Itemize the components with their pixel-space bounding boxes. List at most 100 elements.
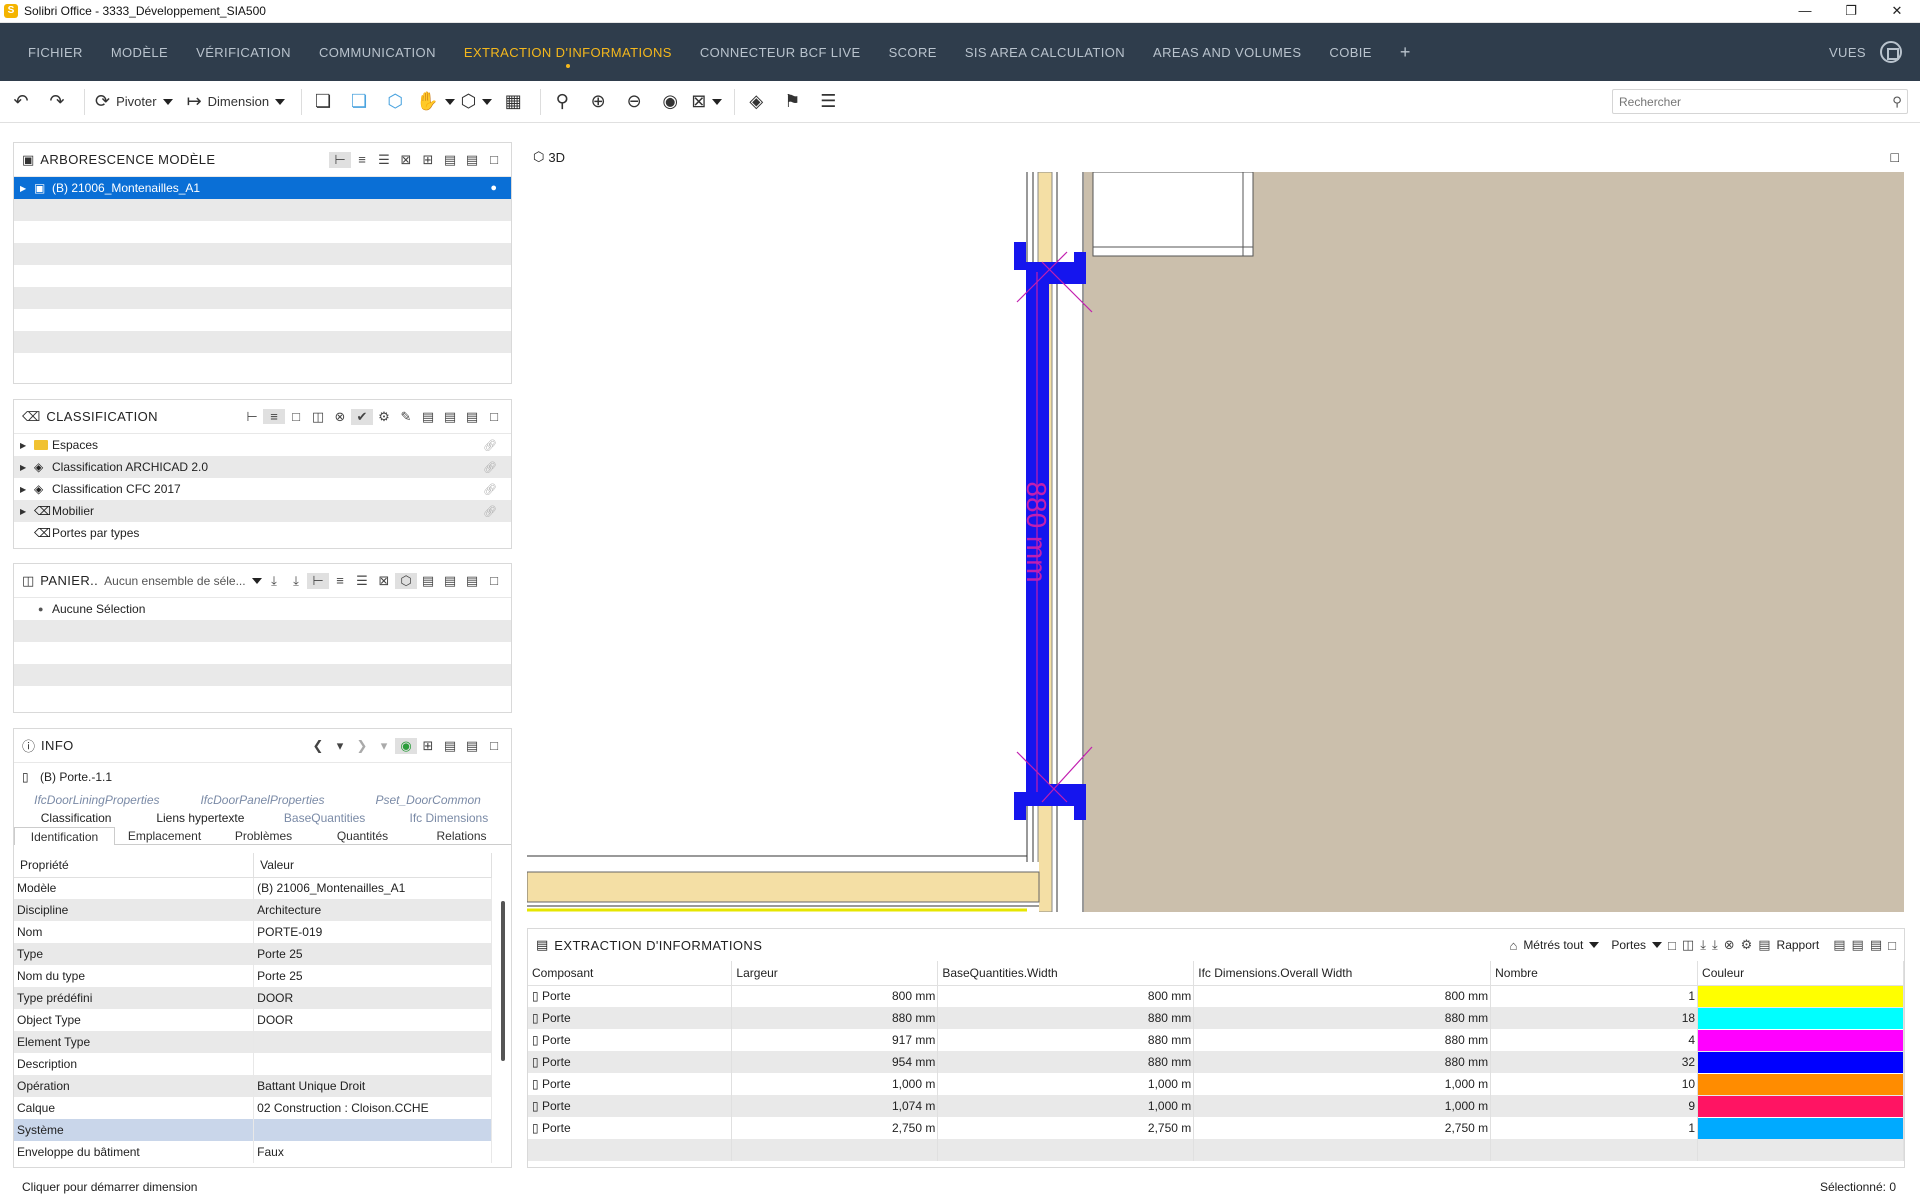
settings-icon[interactable]: ⚙ (1741, 937, 1753, 953)
expand-arrow-icon[interactable]: ▶ (20, 463, 34, 472)
report-icon[interactable]: ▤ (1758, 937, 1770, 953)
classification-item[interactable]: ▶ Espaces 🔗︎ (14, 434, 511, 456)
collapse-icon[interactable]: ▤ (417, 409, 439, 425)
auto-classify-icon[interactable]: ✔ (351, 408, 373, 425)
menu-communication[interactable]: COMMUNICATION (319, 45, 436, 60)
tree-list-icon[interactable]: ≡ (329, 573, 351, 588)
edit-icon[interactable]: ✎ (395, 409, 417, 425)
table-row[interactable]: Type Porte 25 (14, 943, 492, 965)
expand-icon[interactable]: ▤ (439, 573, 461, 589)
search-field[interactable]: ⚲ (1612, 89, 1908, 114)
filter-icon[interactable]: ⊠ (373, 573, 395, 589)
classification-item[interactable]: ▶ ⌫ Mobilier 🔗︎ (14, 500, 511, 522)
new-file-icon[interactable]: □ (285, 409, 307, 424)
menu-score[interactable]: SCORE (889, 45, 937, 60)
expand-arrow-icon[interactable]: ▶ (20, 485, 34, 494)
link-icon[interactable]: 🔗︎ (483, 439, 497, 452)
table-row[interactable]: ▯ Porte 1,074 m 1,000 m 1,000 m 9 (528, 1095, 1904, 1117)
3d-viewport[interactable]: 880 mm (527, 172, 1904, 912)
compare-icon[interactable]: ◉ (395, 737, 417, 754)
new-file-icon[interactable]: □ (1668, 938, 1676, 953)
table-row[interactable]: Element Type (14, 1031, 492, 1053)
rotate-button[interactable]: ⟳ Pivoter (91, 87, 177, 117)
table-row[interactable]: Discipline Architecture (14, 899, 492, 921)
menu-modele[interactable]: MODÈLE (111, 45, 168, 60)
history-dropdown-icon[interactable]: ▾ (329, 738, 351, 754)
tab-classification[interactable]: Classification (14, 809, 138, 827)
hand-pan-icon[interactable]: ✋ (416, 87, 455, 117)
remove-icon[interactable]: ⊗ (329, 409, 351, 425)
zoom-fit-icon[interactable]: ◉ (655, 87, 685, 117)
tab-ifc-door-panel-properties[interactable]: IfcDoorPanelProperties (180, 791, 346, 809)
redo-icon[interactable]: ↷ (42, 87, 72, 117)
chevron-down-icon[interactable] (1652, 942, 1663, 948)
tree-item-model[interactable]: ▶ ▣ (B) 21006_Montenailles_A1 ● (14, 177, 511, 199)
cube-icon[interactable]: ⬡ (395, 572, 417, 589)
settings-icon[interactable]: ⚙ (373, 409, 395, 425)
color-cell[interactable] (1697, 1007, 1904, 1029)
export-icon[interactable]: ▤ (1870, 937, 1882, 953)
chevron-down-icon[interactable]: ▾ (373, 738, 395, 754)
export-icon[interactable]: ▤ (461, 573, 483, 589)
minimize-icon[interactable]: — (1782, 0, 1828, 23)
color-cell[interactable] (1697, 1117, 1904, 1139)
table-row[interactable]: Nom du type Porte 25 (14, 965, 492, 987)
column-header-value[interactable]: Valeur (253, 853, 492, 878)
basket-item[interactable]: ● Aucune Sélection (14, 598, 511, 620)
restore-icon[interactable]: ❐ (1828, 0, 1874, 23)
zoom-selected-icon[interactable]: ⚲ (547, 87, 577, 117)
tree-hierarchy-icon[interactable]: ⊢ (307, 572, 329, 589)
search-input[interactable] (1619, 94, 1887, 109)
link-icon[interactable]: 🔗︎ (483, 461, 497, 474)
remove-icon[interactable]: ⊗ (1724, 937, 1735, 953)
menu-areas-and-volumes[interactable]: AREAS AND VOLUMES (1153, 45, 1301, 60)
hide-selected-icon[interactable]: ❏ (344, 87, 374, 117)
expand-icon[interactable]: ▤ (461, 152, 483, 168)
collapse-icon[interactable]: ▤ (439, 152, 461, 168)
add-icon[interactable]: ⊞ (417, 152, 439, 168)
menu-connecteur-bcf-live[interactable]: CONNECTEUR BCF LIVE (700, 45, 861, 60)
doors-dropdown[interactable]: Portes (1611, 938, 1646, 952)
link-icon[interactable]: 🔗︎ (483, 483, 497, 496)
menu-fichier[interactable]: FICHIER (28, 45, 83, 60)
expand-arrow-icon[interactable]: ▶ (20, 441, 34, 450)
maximize-icon[interactable]: □ (1891, 149, 1899, 165)
color-swatch[interactable] (1698, 1051, 1903, 1073)
column-header-base-width[interactable]: BaseQuantities.Width (937, 961, 1195, 986)
map-pin-icon[interactable]: ⚑ (777, 87, 807, 117)
dimension-button[interactable]: ↦ Dimension (183, 87, 290, 117)
open-folder-icon[interactable]: ◫ (307, 409, 329, 425)
tree-list-icon[interactable]: ≡ (263, 409, 285, 424)
views-menu[interactable]: VUES (1829, 45, 1866, 60)
tab-location[interactable]: Emplacement (115, 827, 214, 845)
expand-arrow-icon[interactable]: ▶ (20, 507, 34, 516)
table-row[interactable]: ▯ Porte 2,750 m 2,750 m 2,750 m 1 (528, 1117, 1904, 1139)
tab-relations[interactable]: Relations (412, 827, 511, 845)
view-cube-icon[interactable]: ⬡ (461, 87, 493, 117)
layers-icon[interactable]: ☰ (351, 573, 373, 589)
tab-base-quantities[interactable]: BaseQuantities (263, 809, 387, 827)
report-button[interactable]: Rapport (1777, 938, 1820, 952)
undo-icon[interactable]: ↶ (6, 87, 36, 117)
open-folder-icon[interactable]: ◫ (1682, 937, 1694, 953)
fit-view-icon[interactable]: ⊠ (691, 87, 723, 117)
link-icon[interactable]: 🔗︎ (483, 505, 497, 518)
import-icon[interactable]: ⤓ (1700, 937, 1706, 953)
table-row[interactable]: ▯ Porte 800 mm 800 mm 800 mm 1 (528, 985, 1904, 1007)
chevron-down-icon[interactable] (251, 577, 262, 584)
model-drawing[interactable]: 880 mm (527, 172, 1904, 912)
tab-hyperlinks[interactable]: Liens hypertexte (138, 809, 262, 827)
column-header-component[interactable]: Composant (528, 961, 733, 986)
maximize-icon[interactable]: □ (483, 152, 505, 167)
color-cell[interactable] (1697, 1029, 1904, 1051)
selection-set-dropdown[interactable]: Aucun ensemble de séle... (104, 574, 245, 588)
section-box-icon[interactable]: ▦ (498, 87, 528, 117)
add-tab-button[interactable]: + (1400, 42, 1411, 63)
expand-icon[interactable]: ▤ (1852, 937, 1864, 953)
table-row[interactable]: Modèle (B) 21006_Montenailles_A1 (14, 877, 492, 899)
layers-icon[interactable]: ☰ (373, 152, 395, 168)
maximize-icon[interactable]: □ (1888, 938, 1896, 953)
expand-arrow-icon[interactable]: ▶ (20, 184, 34, 193)
tab-ifc-door-lining-properties[interactable]: IfcDoorLiningProperties (14, 791, 180, 809)
forward-icon[interactable]: ❯ (351, 738, 373, 754)
